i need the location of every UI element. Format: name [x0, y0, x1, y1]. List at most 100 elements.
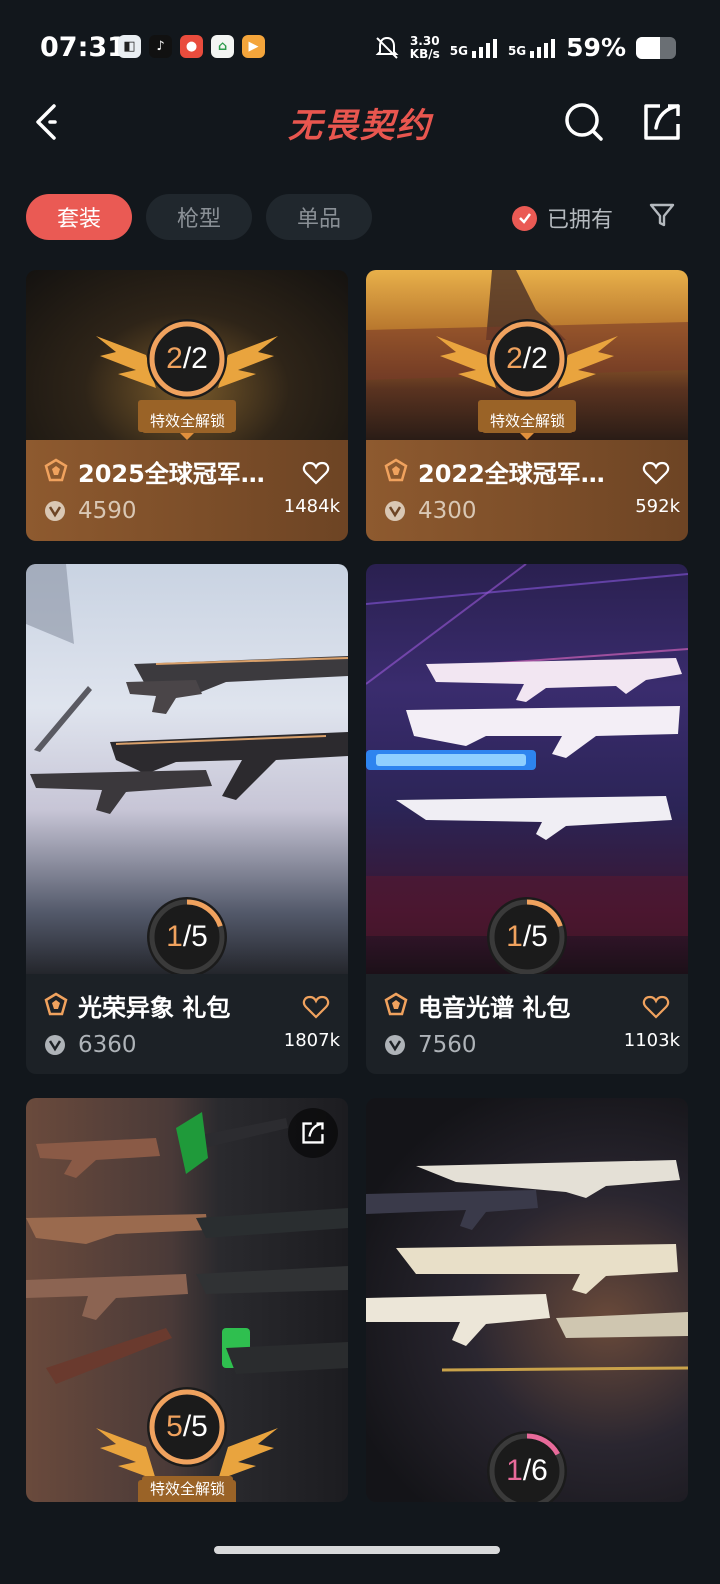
bundle-price: 4590: [78, 498, 137, 524]
bundle-card[interactable]: 1/6: [366, 1098, 688, 1502]
progress-count: 2/2: [166, 342, 208, 375]
signal-1: 5G: [450, 38, 498, 58]
bundle-title: 2025全球冠军…: [78, 460, 265, 488]
bundle-card[interactable]: 5/5 特效全解锁: [26, 1098, 348, 1502]
owned-label: 已拥有: [547, 208, 614, 233]
tab-weapon-type[interactable]: 枪型: [146, 194, 252, 240]
heart-icon[interactable]: [642, 460, 670, 486]
progress-count: 2/2: [506, 342, 548, 375]
total-count: 5: [191, 1410, 208, 1443]
reddit-icon: ●: [180, 35, 203, 58]
bundle-artwork: 1/5: [366, 564, 688, 974]
owned-count: 1: [166, 920, 183, 953]
net-speed-value: 3.30: [409, 33, 440, 48]
app-notification-icon: ◧: [118, 35, 141, 58]
top-nav-bar: 无畏契约: [0, 92, 720, 162]
owned-count: 2: [506, 342, 523, 375]
battery-fill: [636, 36, 660, 59]
tier-icon: [44, 992, 68, 1016]
vp-currency-icon: [45, 501, 65, 521]
progress-ring: 1/5: [484, 894, 570, 974]
mute-bell-icon: [375, 36, 399, 59]
category-tabs: 套装 枪型 单品: [26, 194, 372, 240]
signal-bars-icon: [530, 38, 556, 58]
status-indicators: 3.30 KB/s 5G 5G 59%: [374, 33, 676, 62]
share-icon[interactable]: [288, 1108, 338, 1158]
heart-icon[interactable]: [302, 460, 330, 486]
tab-bundle[interactable]: 套装: [26, 194, 132, 240]
bundle-price: 7560: [418, 1032, 477, 1058]
progress-ring: 2/2: [144, 316, 230, 402]
bundle-title: 2022全球冠军…: [418, 460, 605, 488]
tier-icon: [384, 458, 408, 482]
share-icon[interactable]: [640, 100, 684, 144]
bundle-artwork: 2/2 特效全解锁: [26, 270, 348, 440]
tiktok-icon: ♪: [149, 35, 172, 58]
total-count: 2: [531, 342, 548, 375]
like-count: 1807k: [283, 1030, 340, 1051]
bundle-card-footer: 光荣异象 礼包 6360 1807k: [26, 974, 348, 1074]
bundle-card[interactable]: 2/2 特效全解锁 2022全球冠军… 4300 592k: [366, 270, 688, 541]
bundle-artwork: 5/5 特效全解锁: [26, 1098, 348, 1502]
total-count: 6: [531, 1454, 548, 1487]
bundle-card[interactable]: 2/2 特效全解锁 2025全球冠军… 4590 1484k: [26, 270, 348, 541]
status-bar: 07:31 ◧ ♪ ● ⌂ ▶ 3.30 KB/s 5G 5G 59%: [0, 0, 720, 90]
owned-count: 1: [506, 920, 523, 953]
bundle-artwork: 1/6: [366, 1098, 688, 1502]
heart-icon[interactable]: [302, 994, 330, 1020]
like-count: 1103k: [623, 1030, 680, 1051]
effects-unlocked-label: 特效全解锁: [142, 408, 234, 433]
owned-toggle[interactable]: 已拥有: [512, 202, 613, 234]
tab-single-item[interactable]: 单品: [266, 194, 372, 240]
total-count: 5: [531, 920, 548, 953]
check-icon: [512, 205, 537, 231]
signal-1-label: 5G: [449, 43, 468, 58]
search-icon[interactable]: [562, 100, 606, 144]
bundle-card-footer: 电音光谱 礼包 7560 1103k: [366, 974, 688, 1074]
home-indicator[interactable]: [214, 1546, 500, 1554]
app-logo-title: 无畏契约: [288, 106, 432, 146]
progress-count: 1/5: [506, 920, 548, 953]
filter-icon[interactable]: [648, 201, 676, 229]
back-icon[interactable]: [28, 100, 68, 144]
effects-unlocked-label: 特效全解锁: [482, 408, 574, 433]
status-notification-icons: ◧ ♪ ● ⌂ ▶: [118, 35, 265, 58]
signal-bars-icon: [471, 38, 497, 58]
owned-count: 1: [506, 1454, 523, 1487]
bundle-card[interactable]: 1/5 光荣异象 礼包 6360 1807k: [26, 564, 348, 1074]
bundle-artwork: 2/2 特效全解锁: [366, 270, 688, 440]
vp-currency-icon: [45, 1035, 65, 1055]
battery-icon: [636, 36, 676, 59]
tier-icon: [44, 458, 68, 482]
bundle-card-footer: 2022全球冠军… 4300 592k: [366, 440, 688, 541]
like-count: 1484k: [283, 496, 340, 517]
total-count: 2: [191, 342, 208, 375]
bundle-card-footer: 2025全球冠军… 4590 1484k: [26, 440, 348, 541]
progress-count: 5/5: [166, 1410, 208, 1443]
progress-count: 1/6: [506, 1454, 548, 1487]
owned-count: 5: [166, 1410, 183, 1443]
battery-percent: 59%: [566, 33, 626, 62]
effects-unlocked-label: 特效全解锁: [142, 1476, 234, 1501]
net-speed: 3.30 KB/s: [409, 33, 440, 61]
like-count: 592k: [635, 496, 680, 517]
owned-count: 2: [166, 342, 183, 375]
heart-icon[interactable]: [642, 994, 670, 1020]
vp-currency-icon: [385, 1035, 405, 1055]
progress-ring: 1/6: [484, 1428, 570, 1502]
total-count: 5: [191, 920, 208, 953]
bundle-title: 光荣异象 礼包: [78, 994, 231, 1022]
signal-2-label: 5G: [507, 43, 527, 58]
bundle-title: 电音光谱 礼包: [418, 994, 571, 1022]
vp-currency-icon: [385, 501, 405, 521]
tier-icon: [384, 992, 408, 1016]
net-speed-unit: KB/s: [409, 46, 440, 61]
progress-ring: 2/2: [484, 316, 570, 402]
bundle-artwork: 1/5: [26, 564, 348, 974]
video-app-icon: ▶: [242, 35, 265, 58]
home-app-icon: ⌂: [211, 35, 234, 58]
bundle-price: 6360: [78, 1032, 137, 1058]
status-time: 07:31: [40, 32, 126, 63]
bundle-card[interactable]: 1/5 电音光谱 礼包 7560 1103k: [366, 564, 688, 1074]
progress-ring: 5/5: [144, 1384, 230, 1470]
